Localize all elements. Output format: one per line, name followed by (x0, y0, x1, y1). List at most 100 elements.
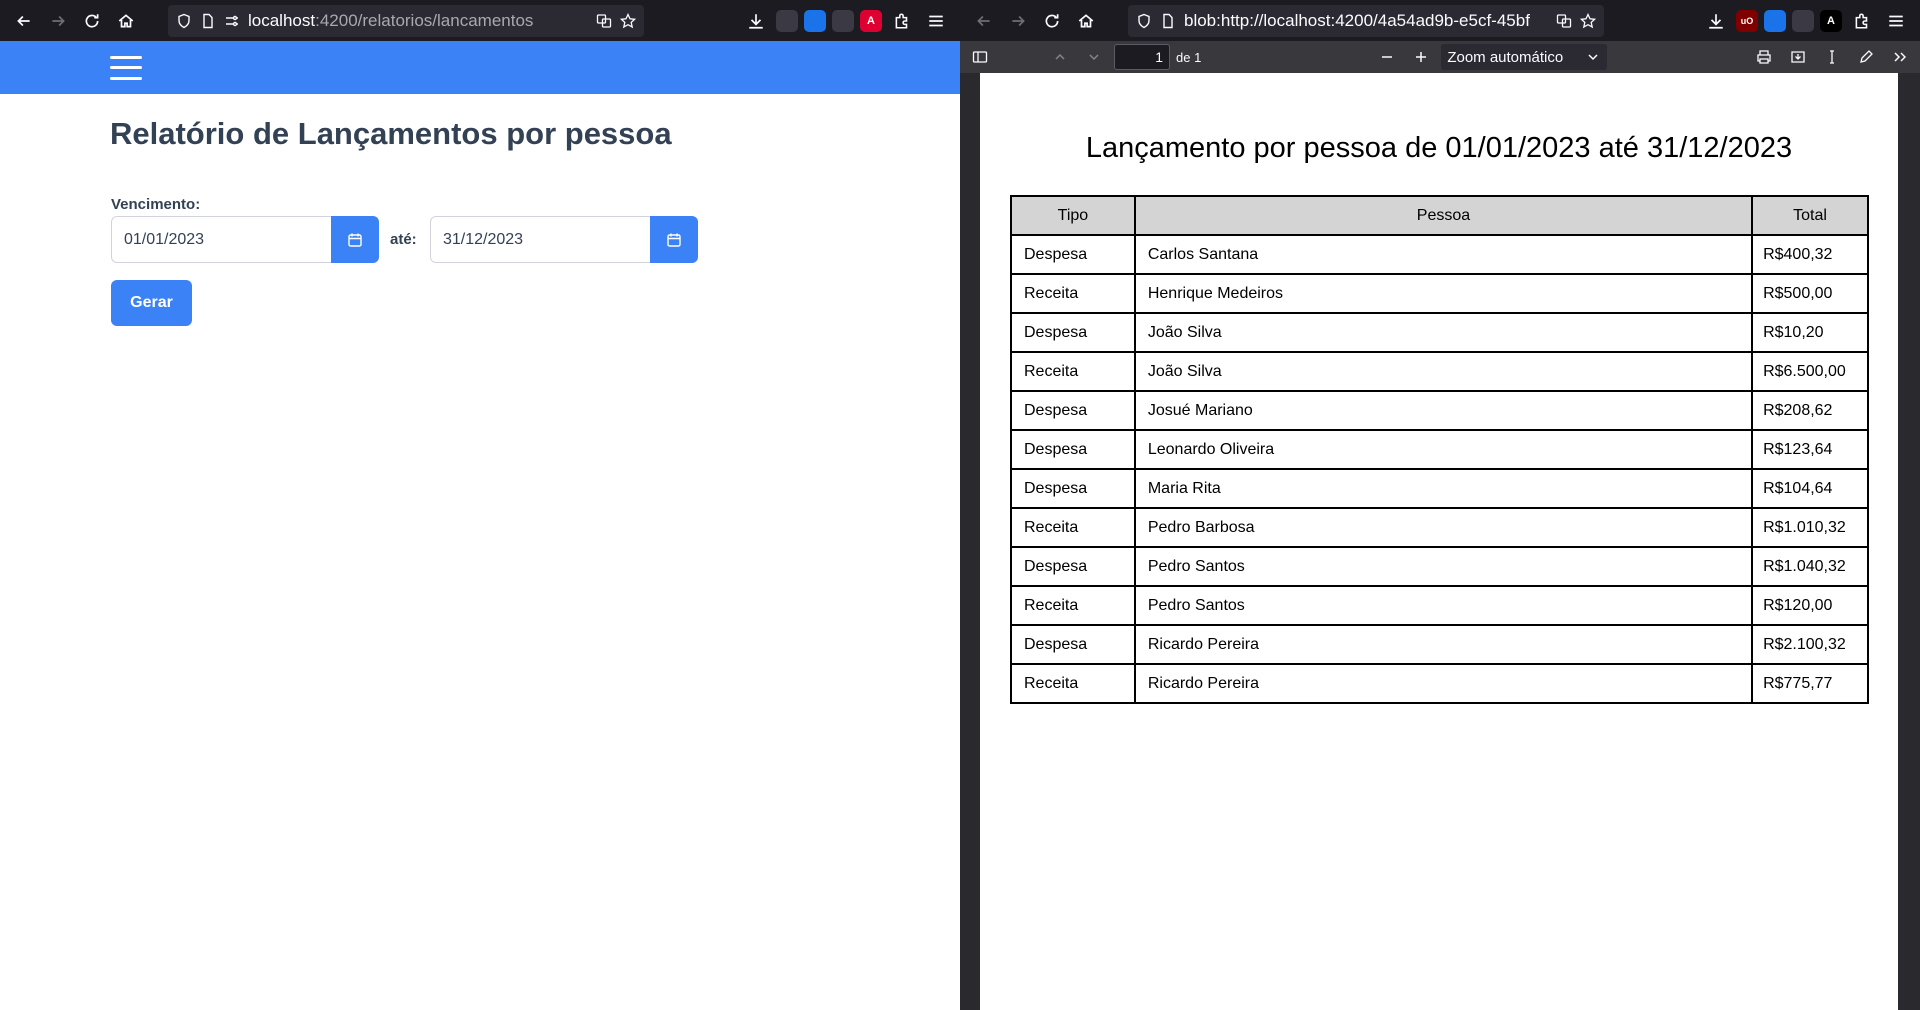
download-icon[interactable] (742, 7, 770, 35)
privacy-extension-icon[interactable] (776, 9, 798, 32)
cell-total: R$6.500,00 (1751, 351, 1869, 392)
table-row: Despesa Josué Mariano R$208,62 (1010, 390, 1869, 431)
cell-tipo: Receita (1010, 663, 1136, 704)
page-icon (203, 13, 213, 28)
left-browser-window: localhost:4200/relatorios/lancamentos A … (0, 0, 960, 1010)
date-to-field[interactable]: 31/12/2023 (430, 216, 650, 263)
url-bar[interactable]: blob:http://localhost:4200/4a54ad9b-e5cf… (1128, 4, 1604, 37)
previous-page-icon[interactable] (1046, 43, 1074, 71)
table-row: Receita Pedro Barbosa R$1.010,32 (1010, 507, 1869, 548)
zoom-out-icon[interactable] (1373, 43, 1401, 71)
extensions-puzzle-icon[interactable] (1848, 7, 1876, 35)
shield-icon (1138, 13, 1150, 28)
next-page-icon[interactable] (1080, 43, 1108, 71)
page-number-input[interactable]: 1 (1114, 44, 1170, 70)
shield-icon (178, 13, 190, 28)
url-bar[interactable]: localhost:4200/relatorios/lancamentos (168, 4, 644, 37)
table-row: Despesa Pedro Santos R$1.040,32 (1010, 546, 1869, 587)
extensions-puzzle-icon[interactable] (888, 7, 916, 35)
cell-pessoa: João Silva (1133, 351, 1754, 392)
cell-tipo: Despesa (1010, 429, 1136, 470)
table-row: Despesa Maria Rita R$104,64 (1010, 468, 1869, 509)
translate-icon[interactable] (1556, 13, 1572, 29)
forward-arrow-icon[interactable] (44, 7, 72, 35)
draw-pen-icon[interactable] (1852, 43, 1880, 71)
date-to-input-group: 31/12/2023 (430, 216, 698, 263)
translate-extension-icon[interactable] (1764, 9, 1786, 32)
translate-extension-icon[interactable] (804, 9, 826, 32)
cell-pessoa: Pedro Santos (1133, 546, 1754, 587)
calendar-icon[interactable] (650, 216, 698, 263)
date-from-field[interactable]: 01/01/2023 (111, 216, 331, 263)
right-browser-window: blob:http://localhost:4200/4a54ad9b-e5cf… (960, 0, 1920, 1010)
glasses-extension-icon[interactable] (1792, 9, 1814, 32)
table-row: Receita Ricardo Pereira R$775,77 (1010, 663, 1869, 704)
reload-icon[interactable] (78, 7, 106, 35)
translate-icon[interactable] (596, 13, 612, 29)
save-icon[interactable] (1784, 43, 1812, 71)
table-row: Despesa Leonardo Oliveira R$123,64 (1010, 429, 1869, 470)
page-total: de 1 (1176, 49, 1202, 65)
download-icon[interactable] (1702, 7, 1730, 35)
home-icon[interactable] (112, 7, 140, 35)
cell-tipo: Receita (1010, 273, 1136, 314)
bookmark-star-icon[interactable] (620, 12, 636, 29)
cell-pessoa: Maria Rita (1133, 468, 1754, 509)
menu-icon[interactable] (1882, 7, 1910, 35)
calendar-icon[interactable] (331, 216, 379, 263)
back-arrow-icon[interactable] (970, 7, 998, 35)
pdf-viewer-toolbar: 1 de 1 Zoom automático (960, 41, 1920, 73)
chevron-down-icon (1588, 54, 1598, 61)
reload-icon[interactable] (1038, 7, 1066, 35)
cell-pessoa: Leonardo Oliveira (1133, 429, 1754, 470)
page-icon (1163, 13, 1173, 28)
pdf-viewer-area[interactable]: Lançamento por pessoa de 01/01/2023 até … (960, 73, 1920, 1010)
cell-total: R$2.100,32 (1751, 624, 1869, 665)
menu-icon[interactable] (922, 7, 950, 35)
back-arrow-icon[interactable] (10, 7, 38, 35)
permissions-icon (226, 15, 238, 26)
cell-tipo: Receita (1010, 507, 1136, 548)
cell-total: R$104,64 (1751, 468, 1869, 509)
table-row: Receita Pedro Santos R$120,00 (1010, 585, 1869, 626)
zoom-select[interactable]: Zoom automático (1441, 44, 1608, 70)
angular-devtools-icon[interactable]: A (860, 9, 882, 32)
forward-arrow-icon[interactable] (1004, 7, 1032, 35)
page-title: Relatório de Lançamentos por pessoa (110, 116, 672, 151)
table-row: Receita Henrique Medeiros R$500,00 (1010, 273, 1869, 314)
header-pessoa: Pessoa (1133, 195, 1754, 236)
vencimento-label: Vencimento: (111, 196, 201, 213)
cell-total: R$208,62 (1751, 390, 1869, 431)
cell-total: R$123,64 (1751, 429, 1869, 470)
browser-toolbar: blob:http://localhost:4200/4a54ad9b-e5cf… (960, 0, 1920, 41)
url-text: blob:http://localhost:4200/4a54ad9b-e5cf… (1184, 10, 1530, 30)
app-header (0, 41, 960, 94)
print-icon[interactable] (1750, 43, 1778, 71)
bookmark-star-icon[interactable] (1580, 12, 1596, 29)
a-extension-icon[interactable]: A (1820, 9, 1842, 32)
cell-tipo: Receita (1010, 585, 1136, 626)
cell-pessoa: João Silva (1133, 312, 1754, 353)
cell-total: R$1.040,32 (1751, 546, 1869, 587)
home-icon[interactable] (1072, 7, 1100, 35)
report-table: Tipo Pessoa Total Despesa Carlos Santana R… (1010, 195, 1869, 704)
generate-button[interactable]: Gerar (111, 280, 192, 326)
zoom-in-icon[interactable] (1407, 43, 1435, 71)
cell-total: R$1.010,32 (1751, 507, 1869, 548)
cell-tipo: Despesa (1010, 546, 1136, 587)
text-cursor-icon[interactable] (1818, 43, 1846, 71)
header-total: Total (1751, 195, 1869, 236)
cell-total: R$10,20 (1751, 312, 1869, 353)
table-header-row: Tipo Pessoa Total (1010, 195, 1869, 236)
cell-total: R$775,77 (1751, 663, 1869, 704)
glasses-extension-icon[interactable] (832, 9, 854, 32)
cell-tipo: Despesa (1010, 468, 1136, 509)
cell-pessoa: Pedro Barbosa (1133, 507, 1754, 548)
sidebar-toggle-icon[interactable] (966, 43, 994, 71)
pdf-page: Lançamento por pessoa de 01/01/2023 até … (980, 73, 1898, 1010)
cell-total: R$400,32 (1751, 234, 1869, 275)
hamburger-menu-icon[interactable] (110, 55, 142, 80)
table-row: Despesa João Silva R$10,20 (1010, 312, 1869, 353)
more-tools-icon[interactable] (1886, 43, 1914, 71)
ublock-origin-icon[interactable]: uO (1736, 9, 1758, 32)
